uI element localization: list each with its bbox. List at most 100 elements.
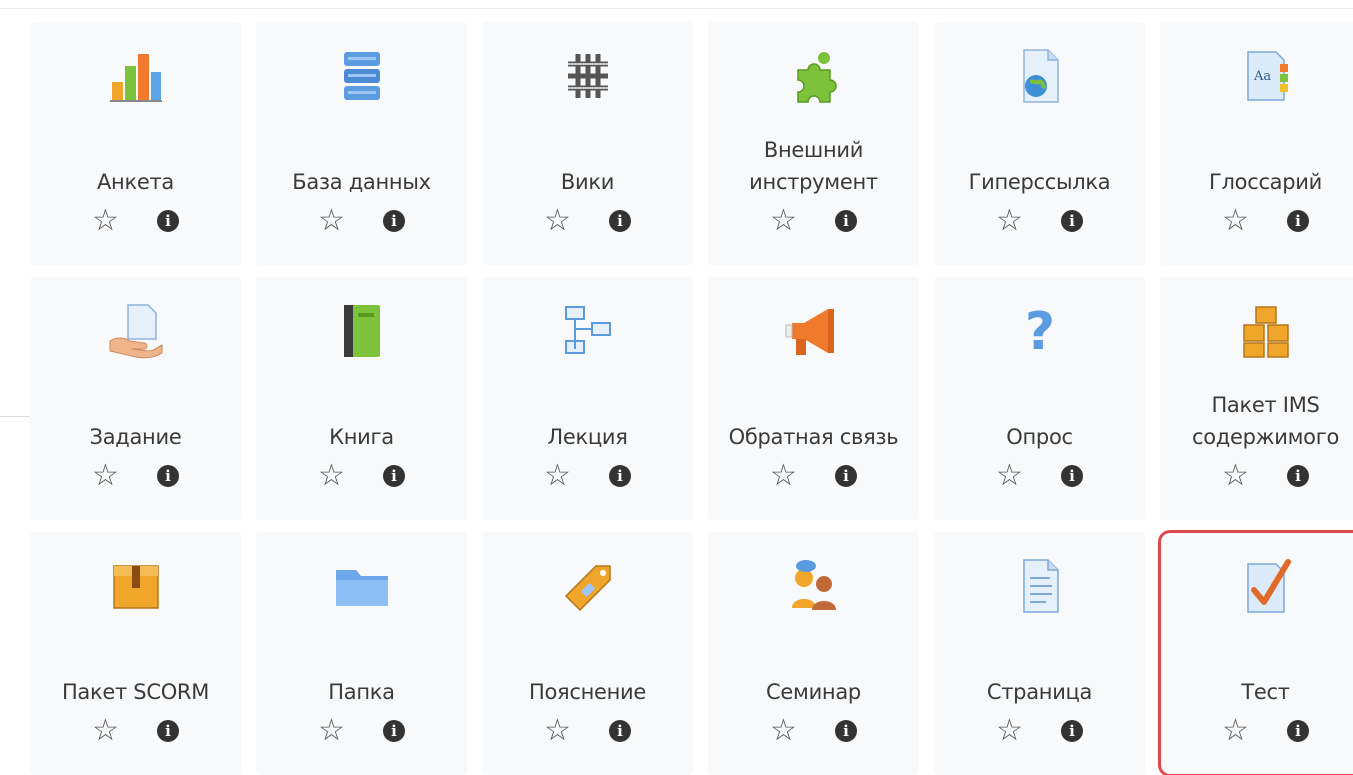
star-icon[interactable]: ☆ xyxy=(1222,716,1249,746)
tile-actions: ☆ i xyxy=(770,461,857,491)
activity-tile[interactable]: Гиперссылка ☆ i xyxy=(934,22,1145,265)
activity-label: Пояснение xyxy=(482,618,693,714)
star-icon[interactable]: ☆ xyxy=(1222,206,1249,236)
activity-tile[interactable]: Вики ☆ i xyxy=(482,22,693,265)
info-icon[interactable]: i xyxy=(834,465,857,487)
info-icon[interactable]: i xyxy=(608,465,631,487)
activity-tile[interactable]: Aa Глоссарий ☆ i xyxy=(1160,22,1353,265)
label-tag-icon xyxy=(556,554,620,618)
activity-tile[interactable]: Пакет SCORM ☆ i xyxy=(30,532,241,775)
activity-tile[interactable]: Семинар ☆ i xyxy=(708,532,919,775)
star-icon[interactable]: ☆ xyxy=(92,716,119,746)
megaphone-icon xyxy=(782,299,846,363)
info-icon[interactable]: i xyxy=(1286,210,1309,232)
info-icon[interactable]: i xyxy=(382,465,405,487)
info-icon[interactable]: i xyxy=(1060,720,1083,742)
tile-actions: ☆ i xyxy=(92,206,179,236)
info-icon[interactable]: i xyxy=(1286,465,1309,487)
star-icon[interactable]: ☆ xyxy=(770,716,797,746)
activity-label-line: Внешний xyxy=(763,138,864,162)
star-icon[interactable]: ☆ xyxy=(996,206,1023,236)
info-icon[interactable]: i xyxy=(834,720,857,742)
tile-actions: ☆ i xyxy=(318,461,405,491)
activity-tile[interactable]: Страница ☆ i xyxy=(934,532,1145,775)
star-icon[interactable]: ☆ xyxy=(92,461,119,491)
star-icon[interactable]: ☆ xyxy=(544,206,571,236)
star-icon[interactable]: ☆ xyxy=(770,461,797,491)
activity-grid: Анкета ☆ i База данных ☆ i Вики ☆ i Внешний инстру… xyxy=(30,22,1353,775)
activity-tile[interactable]: Пояснение ☆ i xyxy=(482,532,693,775)
star-icon[interactable]: ☆ xyxy=(318,461,345,491)
tile-actions: ☆ i xyxy=(1222,461,1309,491)
activity-label-line: Глоссарий xyxy=(1209,170,1322,194)
question-mark-icon: ? xyxy=(1008,299,1072,363)
activity-label-line: Тест xyxy=(1241,680,1290,704)
activity-label: Страница xyxy=(934,618,1145,714)
tile-actions: ☆ i xyxy=(318,206,405,236)
activity-tile[interactable]: Папка ☆ i xyxy=(256,532,467,775)
activity-label: Книга xyxy=(256,363,467,459)
activity-tile[interactable]: Книга ☆ i xyxy=(256,277,467,520)
activity-tile[interactable]: Анкета ☆ i xyxy=(30,22,241,265)
activity-label-line: Книга xyxy=(329,425,394,449)
activity-tile[interactable]: Лекция ☆ i xyxy=(482,277,693,520)
puzzle-piece-icon xyxy=(782,44,846,108)
left-divider xyxy=(0,416,30,417)
activity-tile[interactable]: Пакет IMS содержимого ☆ i xyxy=(1160,277,1353,520)
activity-tile[interactable]: База данных ☆ i xyxy=(256,22,467,265)
activity-label: Пакет SCORM xyxy=(30,618,241,714)
activity-tile[interactable]: Задание ☆ i xyxy=(30,277,241,520)
activity-label-line: Страница xyxy=(986,680,1093,704)
activity-label: Опрос xyxy=(934,363,1145,459)
star-icon[interactable]: ☆ xyxy=(92,206,119,236)
activity-label: Обратная связь xyxy=(708,363,919,459)
activity-label: Папка xyxy=(256,618,467,714)
tile-actions: ☆ i xyxy=(92,461,179,491)
activity-label-line: Папка xyxy=(328,680,395,704)
svg-text:?: ? xyxy=(1024,302,1054,361)
info-icon[interactable]: i xyxy=(608,210,631,232)
assignment-hand-icon xyxy=(104,299,168,363)
svg-text:Aa: Aa xyxy=(1253,69,1271,84)
info-icon[interactable]: i xyxy=(156,465,179,487)
info-icon[interactable]: i xyxy=(1286,720,1309,742)
star-icon[interactable]: ☆ xyxy=(996,461,1023,491)
star-icon[interactable]: ☆ xyxy=(544,461,571,491)
info-icon[interactable]: i xyxy=(382,210,405,232)
info-icon[interactable]: i xyxy=(382,720,405,742)
activity-label: Гиперссылка xyxy=(934,108,1145,204)
star-icon[interactable]: ☆ xyxy=(318,206,345,236)
activity-label: Пакет IMS содержимого xyxy=(1160,363,1353,459)
activity-label: Вики xyxy=(482,108,693,204)
info-icon[interactable]: i xyxy=(156,720,179,742)
star-icon[interactable]: ☆ xyxy=(1222,461,1249,491)
bar-chart-icon xyxy=(104,44,168,108)
tile-actions: ☆ i xyxy=(770,716,857,746)
star-icon[interactable]: ☆ xyxy=(996,716,1023,746)
info-icon[interactable]: i xyxy=(156,210,179,232)
activity-tile[interactable]: Внешний инструмент ☆ i xyxy=(708,22,919,265)
info-icon[interactable]: i xyxy=(608,720,631,742)
tile-actions: ☆ i xyxy=(996,716,1083,746)
lesson-flow-icon xyxy=(556,299,620,363)
activity-label-line: содержимого xyxy=(1191,425,1339,449)
activity-label-line: Опрос xyxy=(1006,425,1073,449)
info-icon[interactable]: i xyxy=(834,210,857,232)
workshop-people-icon xyxy=(782,554,846,618)
activity-tile[interactable]: Тест ☆ i xyxy=(1158,530,1353,775)
star-icon[interactable]: ☆ xyxy=(544,716,571,746)
activity-label-line: Задание xyxy=(89,425,182,449)
activity-tile[interactable]: ? Опрос ☆ i xyxy=(934,277,1145,520)
star-icon[interactable]: ☆ xyxy=(770,206,797,236)
activity-label: База данных xyxy=(256,108,467,204)
activity-label: Внешний инструмент xyxy=(708,108,919,204)
star-icon[interactable]: ☆ xyxy=(318,716,345,746)
package-boxes-icon xyxy=(1234,299,1298,363)
book-icon xyxy=(330,299,394,363)
tile-actions: ☆ i xyxy=(544,461,631,491)
activity-label: Семинар xyxy=(708,618,919,714)
info-icon[interactable]: i xyxy=(1060,465,1083,487)
activity-tile[interactable]: Обратная связь ☆ i xyxy=(708,277,919,520)
activity-label: Задание xyxy=(30,363,241,459)
info-icon[interactable]: i xyxy=(1060,210,1083,232)
